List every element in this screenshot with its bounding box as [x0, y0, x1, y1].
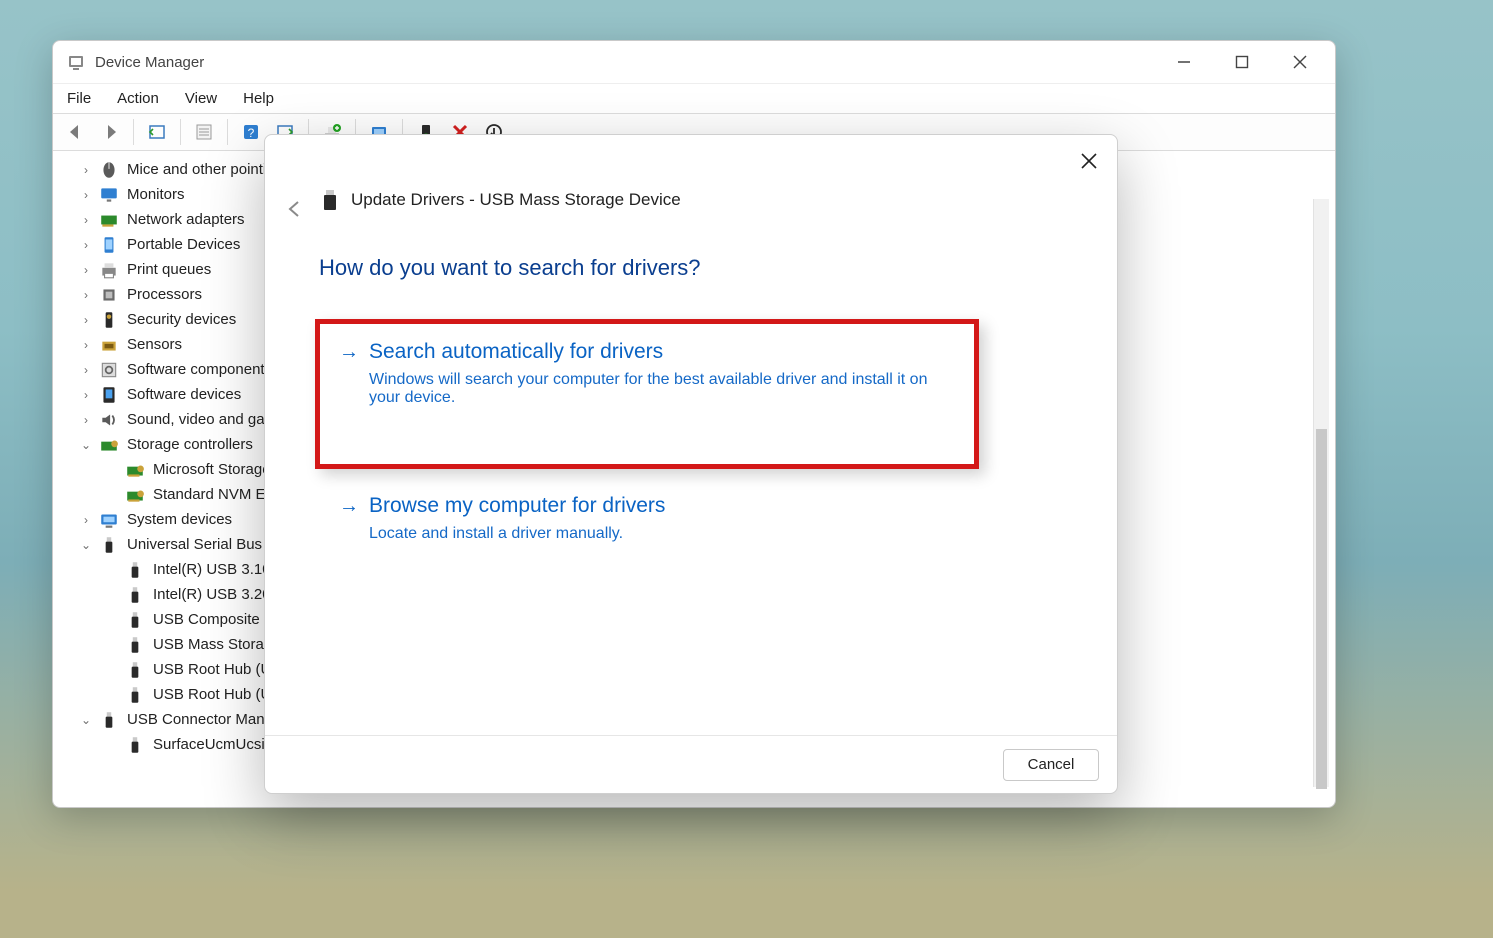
option1-desc: Windows will search your computer for th… — [369, 371, 949, 407]
usb-icon — [125, 636, 145, 654]
option1-title: Search automatically for drivers — [369, 340, 663, 363]
dialog-close-button[interactable] — [1073, 145, 1105, 177]
window-title: Device Manager — [95, 54, 204, 71]
sound-icon — [99, 411, 119, 429]
usb-icon — [99, 711, 119, 729]
usb-icon — [99, 536, 119, 554]
disclosure-icon[interactable]: ⌄ — [79, 438, 93, 452]
disclosure-icon[interactable]: › — [79, 363, 93, 377]
swdev-icon — [99, 386, 119, 404]
netcard-icon — [99, 211, 119, 229]
disclosure-icon[interactable]: › — [79, 288, 93, 302]
menu-view[interactable]: View — [185, 90, 217, 107]
usb-icon — [125, 561, 145, 579]
tree-item-label: Print queues — [127, 261, 211, 278]
close-button[interactable] — [1271, 42, 1329, 82]
disclosure-icon[interactable]: › — [79, 213, 93, 227]
option2-desc: Locate and install a driver manually. — [369, 525, 949, 543]
security-icon — [99, 311, 119, 329]
tree-item-label: Security devices — [127, 311, 236, 328]
dialog-title-text: Update Drivers - USB Mass Storage Device — [351, 190, 681, 210]
disclosure-icon[interactable]: ⌄ — [79, 713, 93, 727]
usb-icon — [125, 586, 145, 604]
disclosure-icon[interactable]: › — [79, 338, 93, 352]
disclosure-icon[interactable]: › — [79, 163, 93, 177]
disclosure-icon[interactable]: › — [79, 313, 93, 327]
disclosure-icon[interactable]: › — [79, 188, 93, 202]
tree-item-label: Sensors — [127, 336, 182, 353]
nav-forward-button[interactable] — [95, 117, 125, 147]
option-browse-computer[interactable]: → Browse my computer for drivers Locate a… — [331, 487, 1007, 549]
minimize-button[interactable] — [1155, 42, 1213, 82]
arrow-right-icon: → — [339, 493, 359, 519]
usb-icon — [125, 611, 145, 629]
tree-item-label: Storage controllers — [127, 436, 253, 453]
menubar: File Action View Help — [53, 83, 1335, 113]
tree-item-label: Software devices — [127, 386, 241, 403]
app-icon — [67, 53, 85, 71]
swcomp-icon — [99, 361, 119, 379]
update-drivers-dialog: Update Drivers - USB Mass Storage Device… — [264, 134, 1118, 794]
option-search-automatically[interactable]: → Search automatically for drivers Window… — [331, 333, 1007, 413]
option2-title: Browse my computer for drivers — [369, 494, 665, 517]
help-button[interactable]: ? — [236, 117, 266, 147]
nav-back-button[interactable] — [61, 117, 91, 147]
menu-file[interactable]: File — [67, 90, 91, 107]
disclosure-icon[interactable]: › — [79, 238, 93, 252]
printer-icon — [99, 261, 119, 279]
scroll-thumb[interactable] — [1316, 429, 1327, 789]
mouse-icon — [99, 161, 119, 179]
storage2-icon — [125, 461, 145, 479]
tree-item-label: Processors — [127, 286, 202, 303]
cpu-icon — [99, 286, 119, 304]
usb-device-icon — [321, 189, 339, 211]
disclosure-icon[interactable]: › — [79, 388, 93, 402]
portable-icon — [99, 236, 119, 254]
system-icon — [99, 511, 119, 529]
tree-item-label: Network adapters — [127, 211, 245, 228]
vertical-scrollbar[interactable] — [1313, 199, 1329, 787]
properties-button[interactable] — [189, 117, 219, 147]
svg-text:?: ? — [248, 126, 255, 140]
show-hide-tree-button[interactable] — [142, 117, 172, 147]
maximize-button[interactable] — [1213, 42, 1271, 82]
usb-icon — [125, 736, 145, 754]
usb-icon — [125, 661, 145, 679]
disclosure-icon[interactable]: ⌄ — [79, 538, 93, 552]
cancel-button-label: Cancel — [1028, 756, 1075, 773]
disclosure-icon[interactable]: › — [79, 513, 93, 527]
arrow-right-icon: → — [339, 339, 359, 365]
cancel-button[interactable]: Cancel — [1003, 749, 1099, 781]
tree-item-label: Portable Devices — [127, 236, 240, 253]
dialog-back-button[interactable] — [279, 193, 311, 225]
sensor-icon — [99, 336, 119, 354]
dialog-heading: How do you want to search for drivers? — [319, 255, 701, 281]
dialog-footer: Cancel — [265, 735, 1117, 793]
disclosure-icon[interactable]: › — [79, 263, 93, 277]
tree-item-label: System devices — [127, 511, 232, 528]
storage2-icon — [125, 486, 145, 504]
storage-icon — [99, 436, 119, 454]
titlebar: Device Manager — [53, 41, 1335, 83]
tree-item-label: Monitors — [127, 186, 185, 203]
menu-action[interactable]: Action — [117, 90, 159, 107]
tree-item-label: Software components — [127, 361, 272, 378]
monitor-icon — [99, 186, 119, 204]
usb-icon — [125, 686, 145, 704]
disclosure-icon[interactable]: › — [79, 413, 93, 427]
menu-help[interactable]: Help — [243, 90, 274, 107]
dialog-title: Update Drivers - USB Mass Storage Device — [321, 189, 681, 211]
